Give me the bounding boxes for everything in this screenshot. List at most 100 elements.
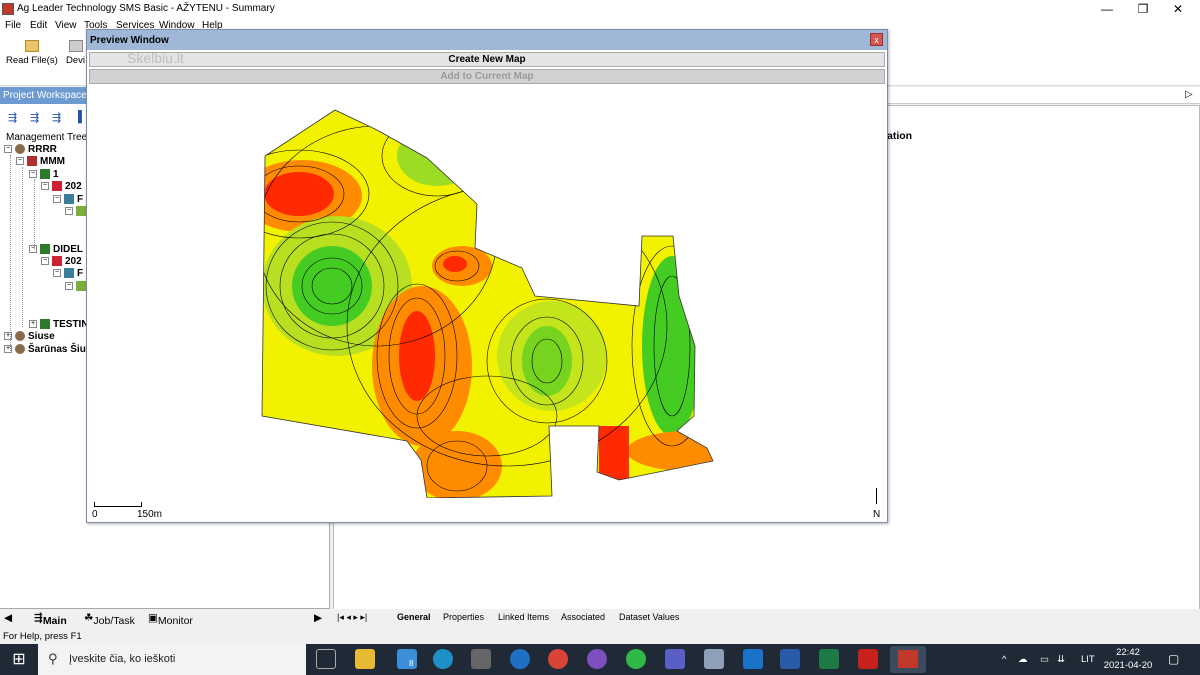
- acrobat-icon[interactable]: [858, 649, 878, 669]
- menu-view[interactable]: View: [55, 20, 77, 31]
- sms-icon: [898, 650, 918, 668]
- operation-icon: [64, 194, 74, 205]
- badge-count: 8: [409, 659, 414, 668]
- tab-linked-items[interactable]: Linked Items: [498, 612, 549, 622]
- word-icon[interactable]: [780, 649, 800, 669]
- taskbar: ⊞ ⚲ Įveskite čia, ko ieškoti 8 ^ ☁ ▭ ⇊ L…: [0, 644, 1200, 675]
- outlook-icon[interactable]: [743, 649, 763, 669]
- read-files-button[interactable]: Read File(s): [6, 38, 58, 66]
- product-icon: [76, 281, 86, 292]
- device-icon: [68, 40, 83, 52]
- tab-nav-icons[interactable]: |◂ ◂ ▸ ▸|: [337, 612, 367, 623]
- create-new-map-button[interactable]: Create New Map: [89, 52, 885, 67]
- chrome-icon[interactable]: [548, 649, 568, 669]
- network-icon[interactable]: ☁: [1018, 654, 1028, 665]
- yield-map: [261, 109, 714, 498]
- operation-icon: [64, 268, 74, 279]
- viber-icon[interactable]: [587, 649, 607, 669]
- preview-close-button[interactable]: x: [870, 33, 883, 46]
- tab-properties[interactable]: Properties: [443, 612, 484, 622]
- tab-associated[interactable]: Associated: [561, 612, 605, 622]
- close-button[interactable]: ✕: [1155, 0, 1200, 18]
- edge-icon[interactable]: [433, 649, 453, 669]
- north-arrow-icon: [876, 488, 877, 504]
- preview-title: Preview Window: [87, 30, 887, 50]
- tree-connector: [34, 179, 35, 249]
- tree-item-didel[interactable]: − DIDEL: [29, 244, 83, 255]
- tree-item-year-1[interactable]: −202: [41, 181, 82, 192]
- tab-main[interactable]: ⇶ Main: [34, 612, 67, 627]
- product-icon: [76, 206, 86, 217]
- tree-tool-icon-4[interactable]: ▌: [78, 111, 86, 123]
- scroll-right-icon[interactable]: ▷: [1185, 89, 1193, 100]
- tree-item-f-2[interactable]: − F: [53, 268, 83, 279]
- field-icon: [40, 244, 50, 255]
- user-icon: [15, 331, 25, 342]
- clock-time: 22:42: [1116, 647, 1140, 658]
- tree-item-field-1[interactable]: −1: [29, 169, 59, 180]
- zone-green-e: [522, 326, 572, 396]
- search-icon: ⚲: [48, 651, 58, 666]
- map-fill: [262, 110, 713, 498]
- zone-red-c: [399, 311, 435, 401]
- field-icon: [40, 169, 50, 180]
- summary-heading: ation: [887, 130, 913, 142]
- menu-file[interactable]: File: [5, 20, 21, 31]
- zone-green-ne: [397, 126, 477, 186]
- read-files-label: Read File(s): [6, 55, 58, 66]
- scroll-left-icon[interactable]: ◀: [4, 612, 12, 624]
- tab-general[interactable]: General: [397, 612, 431, 622]
- tree-item-f-1[interactable]: − F: [53, 194, 83, 205]
- tree-connector: [22, 167, 23, 327]
- teams-icon[interactable]: [665, 649, 685, 669]
- watermark: Skelbiu.lt: [127, 50, 184, 66]
- devices-button[interactable]: Devi: [66, 38, 85, 66]
- tab-job-task[interactable]: ☘ Job/Task: [84, 612, 135, 627]
- user-icon: [15, 344, 25, 355]
- menu-edit[interactable]: Edit: [30, 20, 47, 31]
- excel-icon[interactable]: [819, 649, 839, 669]
- task-view-icon[interactable]: [316, 649, 336, 669]
- app-icon-misc[interactable]: [704, 649, 724, 669]
- tab-dataset-values[interactable]: Dataset Values: [619, 612, 679, 622]
- usb-icon[interactable]: ⇊: [1057, 654, 1065, 665]
- tree-connector: [10, 155, 11, 351]
- store-icon[interactable]: 8: [397, 649, 417, 669]
- tree-item-rrrr[interactable]: − RRRR: [4, 144, 57, 155]
- summary-tabs: |◂ ◂ ▸ ▸| General Properties Linked Item…: [333, 609, 1200, 627]
- field-icon: [40, 319, 50, 330]
- tree-item-year-2[interactable]: −202: [41, 256, 82, 267]
- language-indicator[interactable]: LIT: [1081, 654, 1095, 665]
- tree-tool-icon-1[interactable]: ⇶: [8, 111, 17, 124]
- tree-tool-icon-3[interactable]: ⇶: [52, 111, 61, 124]
- tree-item-testin[interactable]: + TESTIN: [29, 319, 89, 330]
- tree-item-siuse[interactable]: + Siuse: [4, 331, 55, 342]
- clock-date: 2021-04-20: [1103, 660, 1153, 671]
- sms-taskbar-button[interactable]: [890, 646, 926, 673]
- calendar-icon: [52, 256, 62, 267]
- north-label: N: [873, 509, 881, 520]
- tree-item-sarunas[interactable]: + Šarūnas Šiu: [4, 344, 86, 355]
- scroll-right-icon[interactable]: ▶: [314, 612, 322, 624]
- tree-item-mmm[interactable]: − MMM: [16, 156, 65, 167]
- notifications-icon[interactable]: ▢: [1168, 652, 1179, 666]
- zone-red-n: [443, 256, 467, 272]
- calculator-icon[interactable]: [471, 649, 491, 669]
- window-title: Ag Leader Technology SMS Basic - AŽYTENU…: [17, 3, 275, 14]
- tree-tool-icon-2[interactable]: ⇶: [30, 111, 39, 124]
- file-explorer-icon[interactable]: [355, 649, 375, 669]
- user-icon: [15, 144, 25, 155]
- whatsapp-icon[interactable]: [626, 649, 646, 669]
- status-bar: For Help, press F1: [0, 628, 1200, 644]
- devices-label: Devi: [66, 55, 86, 66]
- windows-start-icon[interactable]: ⊞: [0, 644, 38, 675]
- clock[interactable]: 22:42 2021-04-20: [1100, 646, 1156, 672]
- battery-icon[interactable]: ▭: [1040, 654, 1049, 665]
- zone-red-patch: [599, 426, 629, 486]
- tray-chevron-icon[interactable]: ^: [1002, 654, 1006, 665]
- workspace-tabs: ◀ ⇶ Main ☘ Job/Task ▣ Monitor ▶: [0, 608, 330, 627]
- internet-explorer-icon[interactable]: [510, 649, 530, 669]
- zone-green-far-e: [642, 256, 702, 436]
- taskbar-search[interactable]: ⚲ Įveskite čia, ko ieškoti: [38, 644, 306, 675]
- tab-monitor[interactable]: ▣ Monitor: [148, 612, 193, 627]
